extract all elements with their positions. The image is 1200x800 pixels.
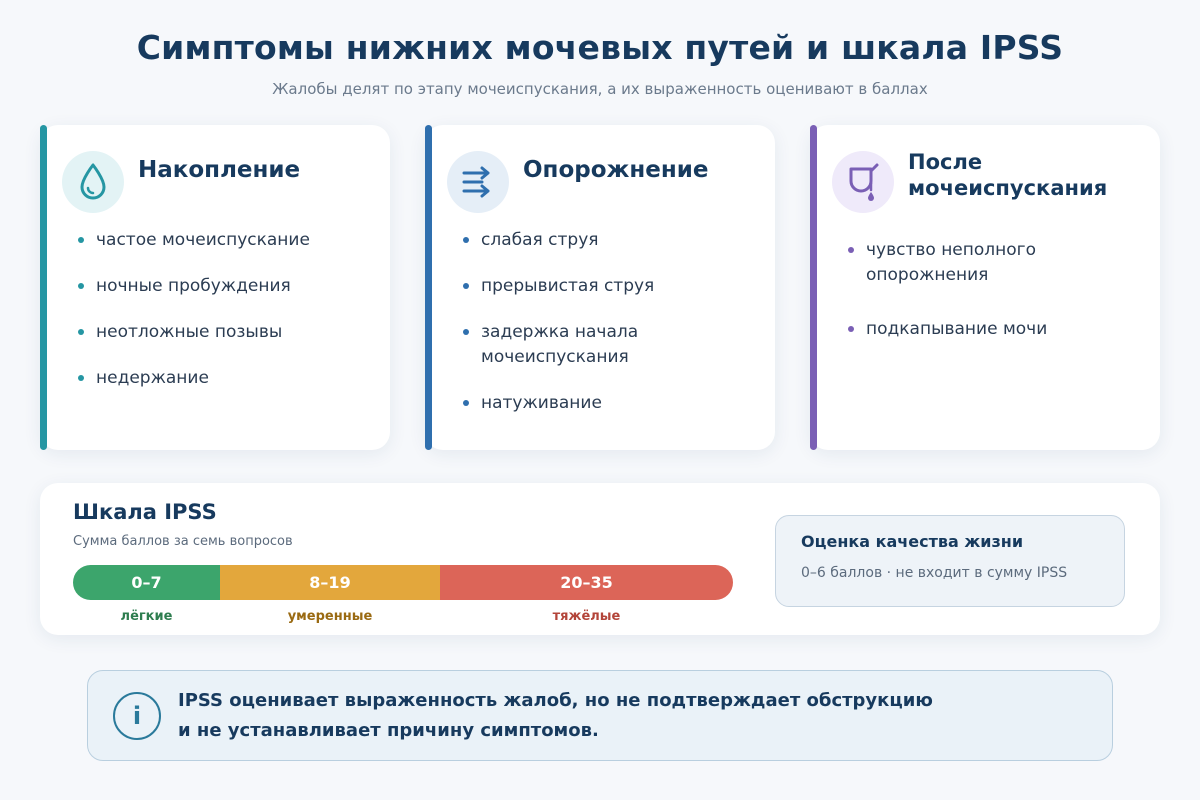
symptom-list: чувство неполного опорожнения подкапыван… [848,238,1140,363]
card-accent-bar [425,125,432,450]
card-post-micturition: После мочеиспускания чувство неполного о… [810,125,1160,450]
list-item: ночные пробуждения [78,274,370,299]
bullet [78,237,84,243]
symptom-list: частое мочеиспускание ночные пробуждения… [78,228,370,412]
info-note: i IPSS оценивает выраженность жалоб, но … [87,670,1113,761]
bullet [463,400,469,406]
bullet [78,375,84,381]
info-icon: i [113,692,161,740]
list-item: подкапывание мочи [848,317,1140,342]
bullet [78,283,84,289]
symptom-list: слабая струя прерывистая струя задержка … [463,228,755,437]
bullet [463,329,469,335]
ipss-subtitle: Сумма баллов за семь вопросов [73,534,293,549]
card-title: Опорожнение [523,157,709,183]
scale-segment-moderate: 8–19 [220,565,440,600]
list-item: чувство неполного опорожнения [848,238,1140,288]
qol-text: 0–6 баллов · не входит в сумму IPSS [801,565,1068,581]
scale-segment-severe: 20–35 [440,565,733,600]
card-voiding: Опорожнение слабая струя прерывистая стр… [425,125,775,450]
card-title: После мочеиспускания [908,150,1108,200]
list-item: неотложные позывы [78,320,370,345]
ipss-scale-panel: Шкала IPSS Сумма баллов за семь вопросов… [40,483,1160,635]
list-item: натуживание [463,391,755,416]
list-item: задержка начала мочеиспускания [463,320,755,370]
card-storage: Накопление частое мочеиспускание ночные … [40,125,390,450]
bullet [848,326,854,332]
qol-title: Оценка качества жизни [801,532,1024,551]
bullet [78,329,84,335]
ipss-title: Шкала IPSS [73,500,217,524]
card-accent-bar [40,125,47,450]
card-title: Накопление [138,157,301,183]
note-text: IPSS оценивает выраженность жалоб, но не… [178,690,933,741]
list-item: частое мочеиспускание [78,228,370,253]
card-accent-bar [810,125,817,450]
flow-arrows-icon [447,151,509,213]
dripping-container-icon [832,151,894,213]
bullet [848,247,854,253]
page-title: Симптомы нижних мочевых путей и шкала IP… [136,28,1064,67]
segment-label-severe: тяжёлые [552,609,621,624]
bullet [463,237,469,243]
segment-label-mild: лёгкие [120,609,173,624]
segment-label-moderate: умеренные [287,609,373,624]
list-item: недержание [78,366,370,391]
scale-segment-mild: 0–7 [73,565,220,600]
list-item: слабая струя [463,228,755,253]
bullet [463,283,469,289]
quality-of-life-box: Оценка качества жизни 0–6 баллов · не вх… [775,515,1125,607]
droplet-icon [62,151,124,213]
list-item: прерывистая струя [463,274,755,299]
page-subtitle: Жалобы делят по этапу мочеиспускания, а … [272,80,928,98]
